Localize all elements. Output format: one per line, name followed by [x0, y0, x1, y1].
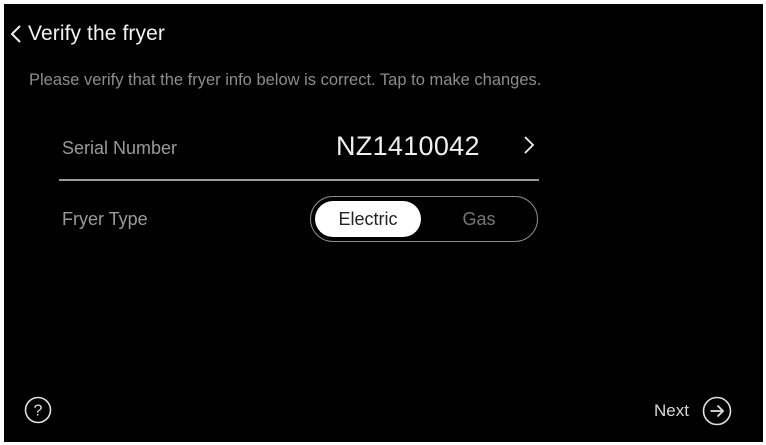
page-title: Verify the fryer: [28, 22, 165, 45]
fryer-verify-screen: Verify the fryer Please verify that the …: [4, 4, 763, 442]
next-label: Next: [654, 401, 689, 420]
fryer-type-option-electric[interactable]: Electric: [315, 201, 421, 237]
chevron-right-icon: [524, 136, 535, 154]
next-button[interactable]: Next: [654, 395, 732, 427]
serial-number-label: Serial Number: [62, 138, 178, 158]
back-button[interactable]: Verify the fryer: [10, 18, 165, 50]
fryer-type-toggle[interactable]: Electric Gas: [310, 196, 538, 242]
instructions-text: Please verify that the fryer info below …: [29, 71, 542, 89]
svg-text:?: ?: [34, 403, 43, 420]
serial-number-value: NZ1410042: [336, 131, 480, 161]
fryer-type-label: Fryer Type: [62, 209, 148, 229]
fryer-type-option-gas[interactable]: Gas: [421, 201, 537, 237]
serial-number-row[interactable]: Serial Number NZ1410042: [59, 126, 539, 178]
row-divider: [59, 179, 539, 181]
arrow-right-circle-icon: [702, 396, 732, 426]
question-circle-icon[interactable]: ?: [24, 396, 52, 424]
chevron-left-icon: [10, 25, 21, 43]
fryer-type-row: Fryer Type Electric Gas: [59, 196, 539, 246]
